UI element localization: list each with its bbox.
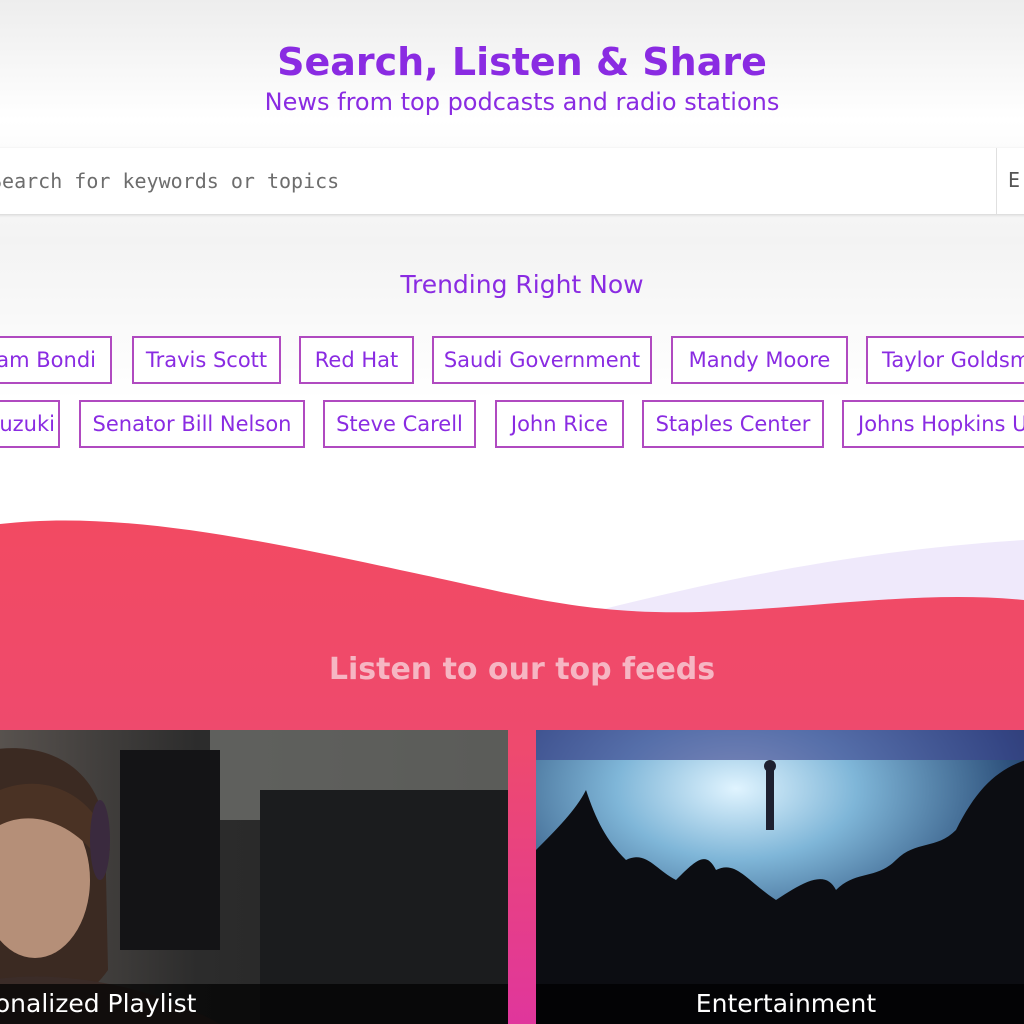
trending-chip[interactable]: Taylor Goldsmith bbox=[866, 336, 1024, 384]
hero-subtitle: News from top podcasts and radio station… bbox=[264, 88, 780, 116]
trending-title: Trending Right Now bbox=[400, 270, 644, 299]
trending-chip[interactable]: Staples Center bbox=[642, 400, 824, 448]
trending-chip[interactable]: Red Hat bbox=[299, 336, 414, 384]
feed-card-entertainment[interactable]: Entertainment bbox=[536, 730, 1024, 1024]
search-input[interactable] bbox=[0, 148, 994, 214]
trending-chip[interactable]: Saudi Government bbox=[432, 336, 652, 384]
trending-chip[interactable]: Steve Carell bbox=[323, 400, 476, 448]
search-bar: E bbox=[0, 148, 1024, 214]
feed-card-playlist[interactable]: Personalized Playlist bbox=[0, 730, 508, 1024]
feed-card-caption: Personalized Playlist bbox=[0, 984, 508, 1024]
search-divider bbox=[996, 148, 997, 214]
trending-chip[interactable]: Johns Hopkins University bbox=[842, 400, 1024, 448]
concert-image bbox=[536, 730, 1024, 1024]
trending-chip[interactable]: Senator Bill Nelson bbox=[79, 400, 305, 448]
feeds-title: Listen to our top feeds bbox=[328, 652, 716, 687]
hero-title: Search, Listen & Share bbox=[277, 40, 767, 84]
trending-chip[interactable]: Suzuki bbox=[0, 400, 60, 448]
playlist-image bbox=[0, 730, 508, 1024]
trending-chip[interactable]: Mandy Moore bbox=[671, 336, 848, 384]
trending-chip[interactable]: Pam Bondi bbox=[0, 336, 112, 384]
trending-chip[interactable]: John Rice bbox=[495, 400, 624, 448]
feed-card-caption: Entertainment bbox=[536, 984, 1024, 1024]
trending-chip[interactable]: Travis Scott bbox=[132, 336, 281, 384]
search-button[interactable]: E bbox=[1008, 168, 1020, 192]
